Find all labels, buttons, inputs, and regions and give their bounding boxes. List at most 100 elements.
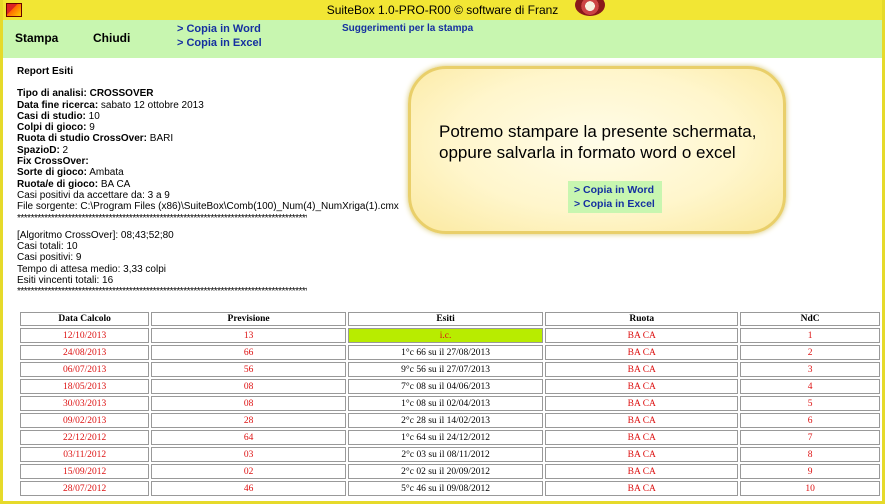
cell-previsione: 64 bbox=[151, 430, 346, 445]
col-previsione: Previsione bbox=[151, 312, 346, 326]
report-field-label: Ruota di studio CrossOver: bbox=[17, 133, 148, 145]
cell-esiti: 1°c 66 su il 27/08/2013 bbox=[347, 345, 544, 360]
print-tips-link[interactable]: Suggerimenti per la stampa bbox=[342, 23, 473, 34]
report-field: Ruota/e di gioco: BA CA bbox=[17, 179, 417, 190]
algoritmo: [Algoritmo CrossOver]: 08;43;52;80 bbox=[17, 229, 174, 241]
table-row: 15/09/2012 02 2°c 02 su il 20/09/2012 BA CA… bbox=[20, 464, 880, 479]
callout-message: Potremo stampare la presente schermata, … bbox=[439, 122, 757, 162]
cell-previsione: 02 bbox=[151, 464, 346, 479]
table-row: 24/08/2013 66 1°c 66 su il 27/08/2013 BA CA… bbox=[20, 345, 880, 360]
callout-bubble: Potremo stampare la presente schermata, … bbox=[408, 66, 786, 234]
print-button[interactable]: Stampa bbox=[15, 31, 58, 45]
cell-ruota: BA CA bbox=[545, 413, 739, 428]
cell-ndc: 6 bbox=[740, 413, 880, 428]
cell-esiti: 2°c 28 su il 14/02/2013 bbox=[347, 413, 544, 428]
report-content: Report Esiti Tipo di analisi: CROSSOVER D… bbox=[3, 58, 882, 501]
report-field-value: 2 bbox=[59, 144, 69, 156]
report-field-value: CROSSOVER bbox=[86, 88, 154, 100]
cell-esiti: 2°c 02 su il 20/09/2012 bbox=[347, 464, 544, 479]
close-button[interactable]: Chiudi bbox=[93, 31, 130, 45]
cell-previsione: 28 bbox=[151, 413, 346, 428]
cell-previsione: 13 bbox=[151, 328, 346, 343]
report-field-label: Fix CrossOver: bbox=[17, 156, 89, 168]
cell-data: 18/05/2013 bbox=[20, 379, 150, 394]
cell-previsione: 56 bbox=[151, 362, 346, 377]
cell-ndc: 7 bbox=[740, 430, 880, 445]
cell-ruota: BA CA bbox=[545, 328, 739, 343]
report-field-label: Tipo di analisi: bbox=[17, 88, 87, 100]
esiti-vincenti: Esiti vincenti totali: 16 bbox=[17, 275, 114, 287]
table-row: 09/02/2013 28 2°c 28 su il 14/02/2013 BA CA… bbox=[20, 413, 880, 428]
cell-esiti: 1°c 64 su il 24/12/2012 bbox=[347, 430, 544, 445]
cell-ruota: BA CA bbox=[545, 362, 739, 377]
col-ruota: Ruota bbox=[545, 312, 739, 326]
cell-data: 22/12/2012 bbox=[20, 430, 150, 445]
report-field-label: Sorte di gioco: bbox=[17, 167, 87, 179]
cell-esiti: 2°c 03 su il 08/11/2012 bbox=[347, 447, 544, 462]
cell-esiti: 5°c 46 su il 09/08/2012 bbox=[347, 481, 544, 496]
callout-copy-word: > Copia in Word bbox=[574, 184, 655, 196]
report-field-label: Casi di studio: bbox=[17, 110, 86, 122]
toolbar: Stampa Chiudi > Copia in Word > Copia in… bbox=[3, 20, 882, 59]
cell-ndc: 3 bbox=[740, 362, 880, 377]
cell-ruota: BA CA bbox=[545, 447, 739, 462]
report-field-label: SpazioD: bbox=[17, 144, 60, 156]
report-field: Fix CrossOver: bbox=[17, 156, 417, 167]
cell-data: 12/10/2013 bbox=[20, 328, 150, 343]
report-field: SpazioD: 2 bbox=[17, 145, 417, 156]
separator-line: ****************************************… bbox=[17, 286, 307, 298]
cell-data: 30/03/2013 bbox=[20, 396, 150, 411]
cell-previsione: 03 bbox=[151, 447, 346, 462]
window-title: SuiteBox 1.0-PRO-R00 © software di Franz bbox=[326, 3, 559, 17]
copy-to-excel-link[interactable]: > Copia in Excel bbox=[177, 37, 262, 49]
col-esiti: Esiti bbox=[347, 312, 544, 326]
cell-ruota: BA CA bbox=[545, 464, 739, 479]
cell-data: 24/08/2013 bbox=[20, 345, 150, 360]
table-row: 22/12/2012 64 1°c 64 su il 24/12/2012 BA CA… bbox=[20, 430, 880, 445]
cell-ndc: 5 bbox=[740, 396, 880, 411]
cell-esiti: i.c. bbox=[347, 328, 544, 343]
table-row: 18/05/2013 08 7°c 08 su il 04/06/2013 BA CA… bbox=[20, 379, 880, 394]
table-row: 06/07/2013 56 9°c 56 su il 27/07/2013 BA CA… bbox=[20, 362, 880, 377]
report-field: Ruota di studio CrossOver: BARI bbox=[17, 133, 417, 144]
cell-data: 15/09/2012 bbox=[20, 464, 150, 479]
title-bar: SuiteBox 1.0-PRO-R00 © software di Franz bbox=[3, 0, 882, 20]
report-field-value: BARI bbox=[147, 133, 174, 145]
casi-positivi: Casi positivi: 9 bbox=[17, 252, 82, 264]
cell-previsione: 08 bbox=[151, 379, 346, 394]
cell-ruota: BA CA bbox=[545, 481, 739, 496]
cell-ndc: 10 bbox=[740, 481, 880, 496]
report-field: Casi di studio: 10 bbox=[17, 111, 417, 122]
cell-previsione: 08 bbox=[151, 396, 346, 411]
col-data-calcolo: Data Calcolo bbox=[20, 312, 150, 326]
report-field: Sorte di gioco: Ambata bbox=[17, 167, 417, 178]
cell-ndc: 1 bbox=[740, 328, 880, 343]
results-table: Data Calcolo Previsione Esiti Ruota NdC … bbox=[18, 310, 882, 498]
cell-ruota: BA CA bbox=[545, 379, 739, 394]
cell-data: 06/07/2013 bbox=[20, 362, 150, 377]
table-header-row: Data Calcolo Previsione Esiti Ruota NdC bbox=[20, 312, 880, 326]
separator-line: ****************************************… bbox=[17, 212, 307, 224]
copy-to-word-link[interactable]: > Copia in Word bbox=[177, 23, 261, 35]
report-field-value: BA CA bbox=[98, 178, 131, 190]
cell-ruota: BA CA bbox=[545, 396, 739, 411]
cell-previsione: 46 bbox=[151, 481, 346, 496]
cell-esiti: 7°c 08 su il 04/06/2013 bbox=[347, 379, 544, 394]
casi-totali: Casi totali: 10 bbox=[17, 241, 78, 253]
cell-ndc: 2 bbox=[740, 345, 880, 360]
report-field-label: Colpi di gioco: bbox=[17, 122, 87, 134]
report-field-value: Ambata bbox=[87, 167, 124, 179]
cell-previsione: 66 bbox=[151, 345, 346, 360]
callout-copy-excel: > Copia in Excel bbox=[574, 198, 655, 210]
cell-ndc: 8 bbox=[740, 447, 880, 462]
report-field-label: Data fine ricerca: bbox=[17, 99, 99, 111]
report-field-value: sabato 12 ottobre 2013 bbox=[98, 99, 204, 111]
report-field: Data fine ricerca: sabato 12 ottobre 201… bbox=[17, 100, 417, 111]
callout-copy-links: > Copia in Word > Copia in Excel bbox=[568, 181, 662, 213]
cell-esiti: 9°c 56 su il 27/07/2013 bbox=[347, 362, 544, 377]
table-row: 28/07/2012 46 5°c 46 su il 09/08/2012 BA CA… bbox=[20, 481, 880, 496]
positivi-range: Casi positivi da accettare da: 3 a 9 bbox=[17, 189, 170, 201]
table-row: 30/03/2013 08 1°c 08 su il 02/04/2013 BA CA… bbox=[20, 396, 880, 411]
report-heading: Report Esiti bbox=[17, 66, 74, 77]
cell-ndc: 9 bbox=[740, 464, 880, 479]
